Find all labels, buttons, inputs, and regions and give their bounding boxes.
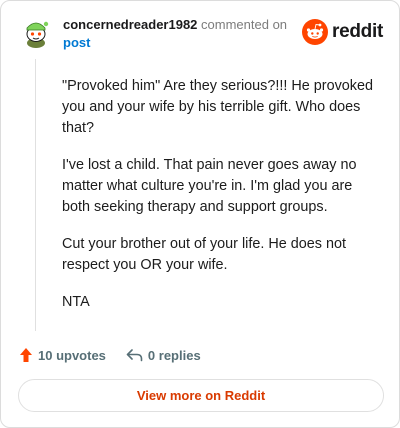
- comment-paragraph: Cut your brother out of your life. He do…: [62, 236, 346, 273]
- username-link[interactable]: concernedreader1982: [63, 17, 197, 32]
- reply-button[interactable]: 0 replies: [126, 348, 201, 363]
- comment-header: concernedreader1982 commented on post re…: [19, 15, 383, 55]
- snoo-avatar-icon[interactable]: [19, 15, 53, 49]
- commented-on-text: commented on: [201, 17, 288, 32]
- comment-actions: 10 upvotes 0 replies: [19, 344, 201, 366]
- post-link[interactable]: post: [63, 35, 90, 50]
- comment-paragraph: "Provoked him" Are they serious?!!! He p…: [62, 78, 373, 136]
- comment-paragraph: NTA: [62, 294, 90, 310]
- reddit-wordmark: reddit: [332, 21, 383, 42]
- reply-count: 0 replies: [147, 347, 201, 363]
- reddit-snoo-icon: [302, 19, 329, 45]
- upvote-button[interactable]: 10 upvotes: [19, 347, 106, 363]
- comment-meta: concernedreader1982 commented on post: [63, 16, 287, 52]
- upvote-arrow-icon: [20, 348, 32, 362]
- comment-body: "Provoked him" Are they serious?!!! He p…: [62, 76, 382, 329]
- comment-embed-card: concernedreader1982 commented on post re…: [0, 0, 400, 428]
- upvote-count: 10 upvotes: [38, 347, 106, 363]
- view-more-button[interactable]: View more on Reddit: [18, 379, 384, 412]
- reddit-logo[interactable]: reddit: [302, 17, 383, 47]
- comment-paragraph: I've lost a child. That pain never goes …: [62, 157, 357, 215]
- thread-line: [35, 59, 36, 331]
- reply-arrow-icon: [126, 349, 143, 362]
